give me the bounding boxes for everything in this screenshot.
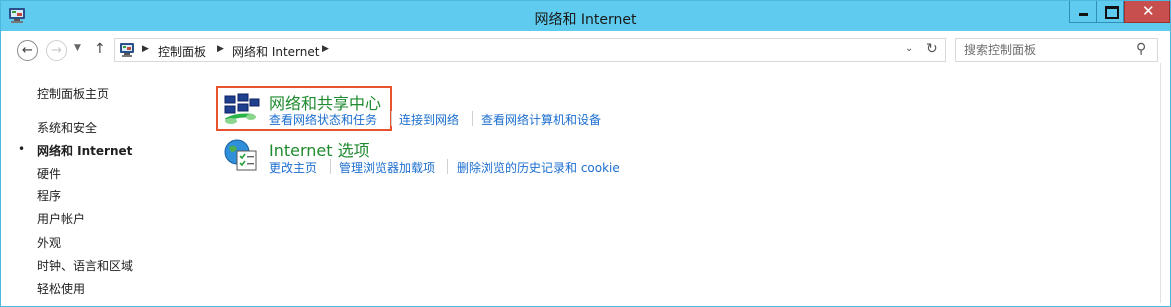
link-divider (447, 159, 448, 174)
sidebar-item-network-internet: 网络和 Internet (37, 144, 133, 158)
link-delete-browsing-history[interactable]: 删除浏览的历史记录和 cookie (457, 159, 620, 176)
title-bar[interactable]: 网络和 Internet ✕ (1, 1, 1170, 31)
refresh-icon[interactable]: ↻ (926, 41, 938, 57)
breadcrumb-network-internet[interactable]: 网络和 Internet (232, 43, 319, 60)
back-arrow-icon: ← (22, 43, 33, 58)
sidebar-item-clock-language-region[interactable]: 时钟、语言和区域 (37, 257, 133, 274)
address-bar[interactable]: ▶ 控制面板 ▶ 网络和 Internet ▶ ⌄ ↻ (114, 38, 946, 62)
breadcrumb-control-panel[interactable]: 控制面板 (158, 43, 206, 60)
breadcrumb-separator-icon[interactable]: ▶ (217, 44, 224, 54)
control-panel-location-icon (120, 43, 134, 57)
network-sharing-center-icon[interactable] (223, 92, 261, 126)
link-manage-addons[interactable]: 管理浏览器加载项 (339, 159, 435, 176)
window-title: 网络和 Internet (534, 12, 637, 28)
control-panel-window: 网络和 Internet ✕ ← → ▼ ↑ ▶ 控制面板 ▶ 网络和 Inte… (0, 0, 1171, 307)
link-change-homepage[interactable]: 更改主页 (269, 159, 317, 176)
search-box[interactable]: ⚲ (955, 38, 1158, 62)
minimize-button[interactable] (1069, 1, 1097, 23)
content-edge (1160, 63, 1161, 303)
sidebar-item-hardware[interactable]: 硬件 (37, 165, 61, 182)
sidebar-item-ease-of-access[interactable]: 轻松使用 (37, 280, 85, 297)
back-button[interactable]: ← (17, 40, 38, 61)
internet-options-icon[interactable] (223, 138, 259, 172)
link-view-network-computers[interactable]: 查看网络计算机和设备 (481, 111, 601, 128)
forward-button[interactable]: → (46, 40, 67, 61)
breadcrumb-separator-icon[interactable]: ▶ (142, 44, 149, 54)
link-divider (330, 159, 331, 174)
recent-locations-button[interactable]: ▼ (74, 43, 81, 53)
breadcrumb-separator-icon[interactable]: ▶ (322, 44, 329, 54)
close-icon: ✕ (1142, 2, 1155, 20)
up-button[interactable]: ↑ (94, 41, 106, 57)
link-divider (472, 111, 473, 126)
current-page-bullet: • (18, 142, 26, 156)
link-view-network-status[interactable]: 查看网络状态和任务 (269, 111, 377, 128)
close-button[interactable]: ✕ (1124, 1, 1170, 23)
search-input[interactable] (964, 42, 1134, 58)
search-icon[interactable]: ⚲ (1136, 41, 1146, 57)
sidebar-item-programs[interactable]: 程序 (37, 187, 61, 204)
sidebar-item-system-security[interactable]: 系统和安全 (37, 119, 97, 136)
link-connect-to-network[interactable]: 连接到网络 (399, 111, 459, 128)
maximize-button[interactable] (1097, 1, 1124, 23)
forward-arrow-icon: → (51, 43, 62, 58)
sidebar-control-panel-home[interactable]: 控制面板主页 (37, 85, 109, 102)
sidebar-item-appearance[interactable]: 外观 (37, 234, 61, 251)
address-dropdown-icon[interactable]: ⌄ (905, 43, 913, 54)
sidebar-item-user-accounts[interactable]: 用户帐户 (37, 210, 85, 227)
category-title-internet-options[interactable]: Internet 选项 (269, 137, 370, 161)
link-divider (391, 111, 392, 126)
